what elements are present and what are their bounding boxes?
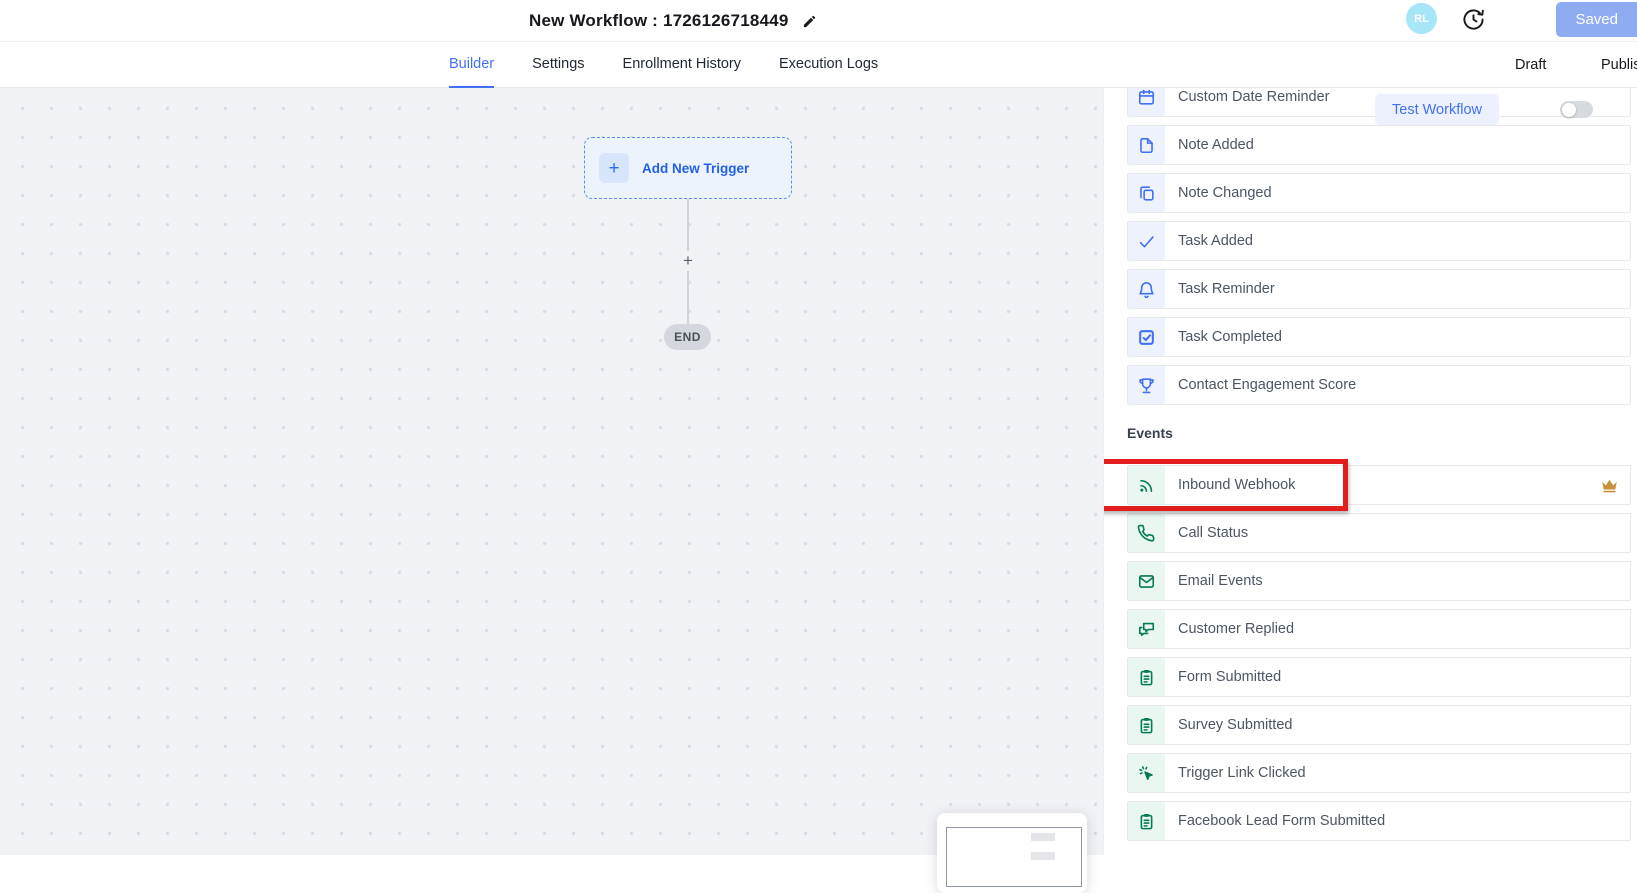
note-icon bbox=[1137, 136, 1156, 155]
end-node: END bbox=[664, 324, 711, 350]
tab-bar: Builder Settings Enrollment History Exec… bbox=[449, 42, 878, 88]
bell-icon bbox=[1137, 280, 1156, 299]
trigger-item-label: Custom Date Reminder bbox=[1178, 88, 1330, 116]
trigger-item-form-submitted[interactable]: Form Submitted bbox=[1127, 657, 1631, 697]
trigger-item-email-events[interactable]: Email Events bbox=[1127, 561, 1631, 601]
trigger-item-label: Contact Engagement Score bbox=[1178, 366, 1356, 404]
tab-settings[interactable]: Settings bbox=[532, 42, 584, 88]
app-header: New Workflow : 1726126718449 RL Saved bbox=[0, 0, 1637, 42]
minimap-bar bbox=[1031, 833, 1055, 841]
trigger-item-note-added[interactable]: Note Added bbox=[1127, 125, 1631, 165]
trigger-item-customer-replied[interactable]: Customer Replied bbox=[1127, 609, 1631, 649]
section-header-events: Events bbox=[1127, 425, 1631, 443]
trigger-item-label: Task Completed bbox=[1178, 318, 1282, 356]
copy-icon bbox=[1137, 184, 1156, 203]
draft-label: Draft bbox=[1515, 42, 1546, 88]
add-step-plus-icon[interactable]: + bbox=[678, 251, 698, 271]
toggle-knob bbox=[1562, 103, 1576, 117]
trigger-item-label: Facebook Lead Form Submitted bbox=[1178, 802, 1385, 840]
workflow-canvas[interactable]: + Add New Trigger + END bbox=[0, 88, 1104, 855]
trigger-item-label: Note Changed bbox=[1178, 174, 1272, 212]
trigger-item-label: Inbound Webhook bbox=[1178, 466, 1295, 504]
mail-icon bbox=[1137, 572, 1156, 591]
trigger-item-label: Survey Submitted bbox=[1178, 706, 1292, 744]
trigger-item-label: Task Reminder bbox=[1178, 270, 1275, 308]
trigger-picker-panel: Custom Date Reminder Note Added Note Cha… bbox=[1103, 88, 1637, 855]
publish-toggle[interactable] bbox=[1560, 101, 1593, 118]
clipboard-icon bbox=[1137, 668, 1156, 687]
test-workflow-button[interactable]: Test Workflow bbox=[1375, 94, 1499, 125]
trigger-item-inbound-webhook[interactable]: Inbound Webhook bbox=[1127, 465, 1631, 505]
page-title: New Workflow : 1726126718449 bbox=[529, 11, 788, 31]
trigger-item-call-status[interactable]: Call Status bbox=[1127, 513, 1631, 553]
user-avatar[interactable]: RL bbox=[1406, 3, 1437, 34]
trigger-item-facebook-lead-form-submitted[interactable]: Facebook Lead Form Submitted bbox=[1127, 801, 1631, 841]
premium-crown-icon bbox=[1600, 466, 1619, 504]
publish-label: Publish bbox=[1601, 42, 1637, 88]
saved-button[interactable]: Saved bbox=[1556, 2, 1637, 37]
add-new-trigger-label: Add New Trigger bbox=[642, 161, 749, 176]
trigger-item-label: Email Events bbox=[1178, 562, 1263, 600]
cursor-click-icon bbox=[1137, 764, 1156, 783]
checkbox-check-icon bbox=[1137, 328, 1156, 347]
trigger-list: Custom Date Reminder Note Added Note Cha… bbox=[1127, 88, 1631, 849]
trigger-item-note-changed[interactable]: Note Changed bbox=[1127, 173, 1631, 213]
check-icon bbox=[1137, 232, 1156, 251]
edit-title-pencil-icon[interactable] bbox=[802, 14, 817, 29]
trigger-item-label: Task Added bbox=[1178, 222, 1253, 260]
trigger-item-label: Trigger Link Clicked bbox=[1178, 754, 1306, 792]
workflow-title-group: New Workflow : 1726126718449 bbox=[529, 0, 817, 42]
tab-execution-logs[interactable]: Execution Logs bbox=[779, 42, 878, 88]
trigger-item-survey-submitted[interactable]: Survey Submitted bbox=[1127, 705, 1631, 745]
plus-icon: + bbox=[599, 153, 629, 183]
trigger-item-trigger-link-clicked[interactable]: Trigger Link Clicked bbox=[1127, 753, 1631, 793]
trigger-item-task-added[interactable]: Task Added bbox=[1127, 221, 1631, 261]
chat-icon bbox=[1137, 620, 1156, 639]
tab-enrollment-history[interactable]: Enrollment History bbox=[623, 42, 741, 88]
trigger-item-label: Customer Replied bbox=[1178, 610, 1294, 648]
add-new-trigger-button[interactable]: + Add New Trigger bbox=[584, 137, 792, 199]
version-history-icon[interactable] bbox=[1462, 8, 1485, 31]
calendar-icon bbox=[1137, 88, 1156, 107]
trigger-item-label: Call Status bbox=[1178, 514, 1248, 552]
minimap-bar bbox=[1031, 852, 1055, 860]
phone-icon bbox=[1137, 524, 1156, 543]
trophy-icon bbox=[1137, 376, 1156, 395]
workflow-toolbar: Builder Settings Enrollment History Exec… bbox=[0, 42, 1637, 88]
trigger-item-label: Note Added bbox=[1178, 126, 1254, 164]
trigger-item-task-completed[interactable]: Task Completed bbox=[1127, 317, 1631, 357]
trigger-item-task-reminder[interactable]: Task Reminder bbox=[1127, 269, 1631, 309]
webhook-rss-icon bbox=[1137, 476, 1156, 495]
minimap[interactable] bbox=[937, 813, 1087, 893]
minimap-viewport bbox=[946, 827, 1082, 887]
tab-builder[interactable]: Builder bbox=[449, 42, 494, 88]
clipboard-icon bbox=[1137, 812, 1156, 831]
trigger-item-contact-engagement-score[interactable]: Contact Engagement Score bbox=[1127, 365, 1631, 405]
clipboard-icon bbox=[1137, 716, 1156, 735]
trigger-item-label: Form Submitted bbox=[1178, 658, 1281, 696]
